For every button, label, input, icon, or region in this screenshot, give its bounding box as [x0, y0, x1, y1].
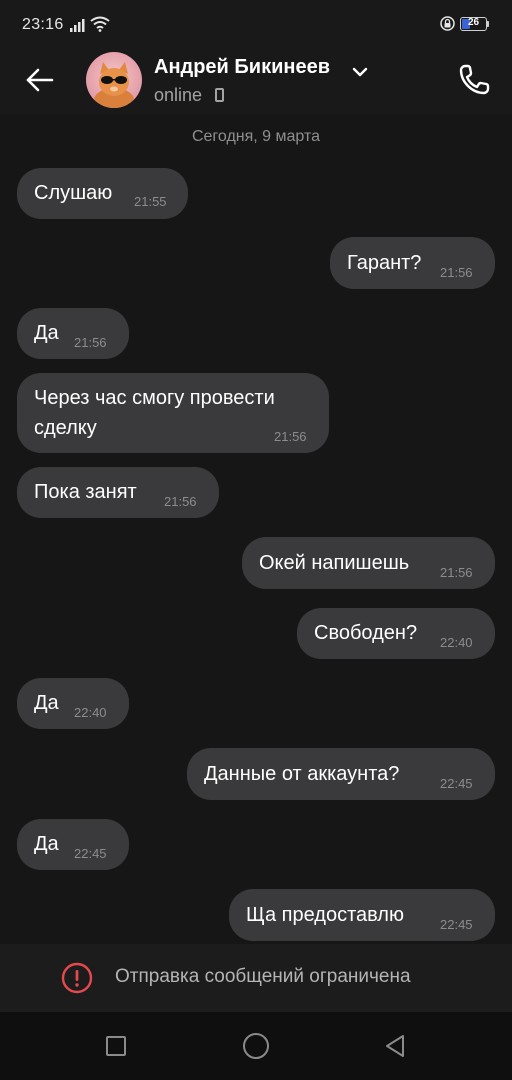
status-bar: 23:16 26: [0, 0, 512, 50]
message-bubble-incoming[interactable]: Через час смогу провести сделку 21:56: [17, 373, 329, 453]
message-text: Данные от аккаунта?: [204, 763, 400, 785]
message-bubble-outgoing[interactable]: Данные от аккаунта? 22:45: [187, 748, 495, 800]
signal-icon: [70, 17, 86, 36]
back-arrow-icon: [26, 68, 54, 92]
message-time: 22:40: [440, 635, 473, 650]
lock-icon: [440, 16, 455, 35]
message-bubble-incoming[interactable]: Да 22:40: [17, 678, 129, 729]
battery-tip: [487, 21, 489, 27]
status-time: 23:16: [22, 16, 64, 33]
contact-status: online: [154, 85, 203, 105]
restriction-text: Отправка сообщений ограничена: [115, 966, 411, 987]
message-time: 21:56: [164, 494, 197, 509]
message-text: Да: [34, 833, 59, 855]
message-bubble-incoming[interactable]: Пока занят 21:56: [17, 467, 219, 518]
message-text: Ща предоставлю: [246, 904, 404, 926]
chevron-down-icon[interactable]: [352, 62, 368, 81]
message-bubble-outgoing[interactable]: Гарант? 21:56: [330, 237, 495, 289]
message-bubble-outgoing[interactable]: Свободен? 22:40: [297, 608, 495, 659]
contact-name[interactable]: Андрей Бикинеев: [154, 56, 330, 79]
message-text-line1: Через час смогу провести: [34, 387, 275, 409]
message-text-line2: сделку: [34, 417, 97, 439]
chat-area[interactable]: Сегодня, 9 марта Слушаю 21:55 Гарант? 21…: [0, 114, 512, 944]
message-time: 21:56: [74, 335, 107, 350]
message-time: 21:55: [134, 194, 167, 209]
recent-apps-icon[interactable]: [106, 1036, 126, 1056]
message-time: 21:56: [274, 429, 307, 444]
message-time: 22:45: [74, 846, 107, 861]
system-navigation-bar: [0, 1012, 512, 1080]
message-time: 22:45: [440, 776, 473, 791]
chat-header: Андрей Бикинеев online: [0, 50, 512, 114]
back-button[interactable]: [22, 62, 58, 98]
date-separator: Сегодня, 9 марта: [191, 128, 321, 145]
message-bubble-outgoing[interactable]: Ща предоставлю 22:45: [229, 889, 495, 941]
message-text: Пока занят: [34, 481, 137, 503]
message-text: Слушаю: [34, 182, 113, 204]
warning-icon: [61, 962, 93, 998]
battery-level: 26: [467, 17, 480, 28]
message-text: Да: [34, 322, 59, 344]
back-icon[interactable]: [383, 1033, 407, 1063]
message-bubble-incoming[interactable]: Да 21:56: [17, 308, 129, 359]
message-text: Окей напишешь: [259, 552, 410, 574]
phone-icon: [459, 64, 490, 95]
mobile-device-icon: [215, 88, 224, 102]
home-icon[interactable]: [243, 1033, 269, 1059]
battery-icon: 26: [460, 17, 487, 31]
message-time: 22:45: [440, 917, 473, 932]
message-time: 21:56: [440, 565, 473, 580]
wifi-icon: [90, 16, 110, 36]
message-text: Да: [34, 692, 59, 714]
message-bubble-incoming[interactable]: Слушаю 21:55: [17, 168, 188, 219]
message-text: Свободен?: [314, 622, 418, 644]
call-button[interactable]: [456, 60, 494, 98]
messaging-restriction-bar: Отправка сообщений ограничена: [0, 944, 512, 1012]
message-time: 21:56: [440, 265, 473, 280]
avatar[interactable]: [86, 52, 142, 108]
message-time: 22:40: [74, 705, 107, 720]
message-bubble-outgoing[interactable]: Окей напишешь 21:56: [242, 537, 495, 589]
message-bubble-incoming[interactable]: Да 22:45: [17, 819, 129, 870]
message-text: Гарант?: [347, 252, 422, 274]
